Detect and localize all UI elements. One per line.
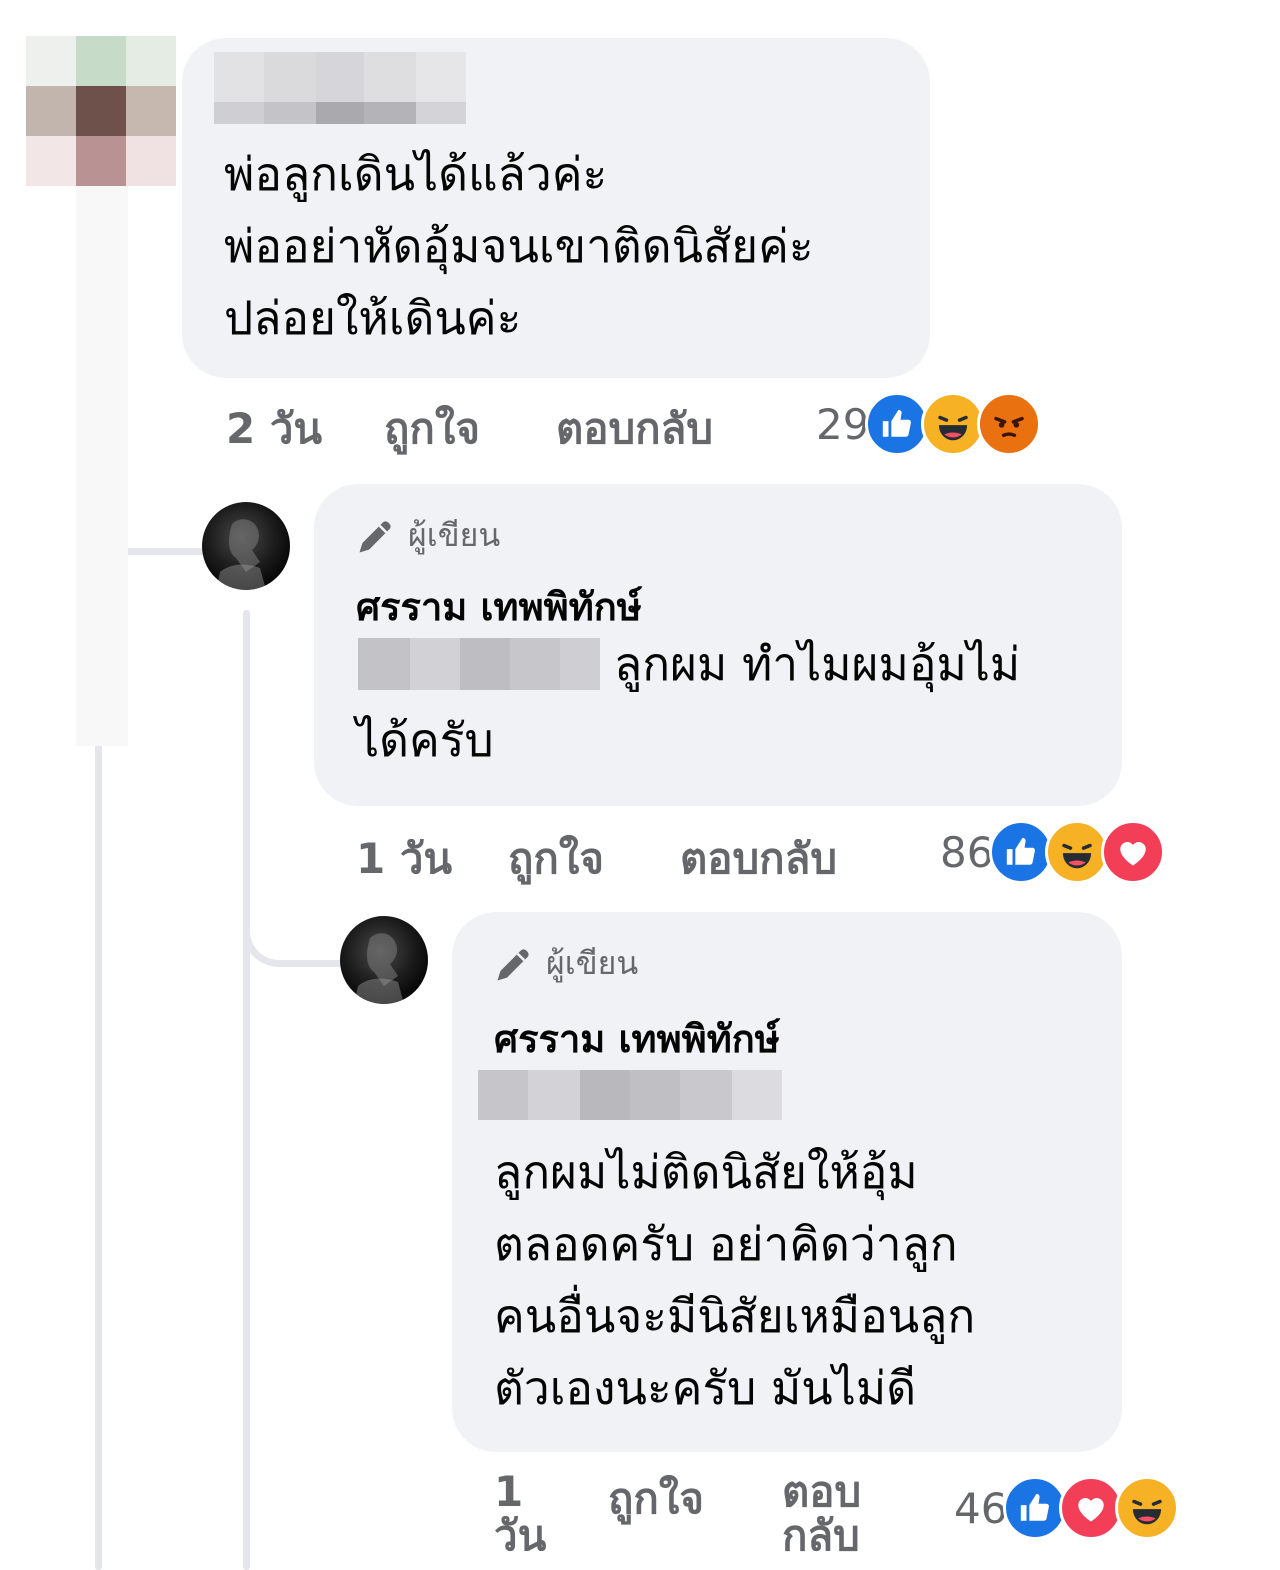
author-badge-label: ผู้เขียน: [408, 516, 501, 554]
reply-text-line2: ได้ครับ: [356, 713, 494, 767]
reaction-summary[interactable]: 86: [940, 820, 1166, 884]
thread-connector-reply2: [243, 900, 342, 967]
haha-reaction-icon: [921, 392, 986, 456]
like-reaction-icon: [989, 820, 1054, 884]
angry-reaction-icon: [977, 392, 1042, 456]
comment-bubble-1: พ่อลูกเดินได้แล้วค่ะ พ่ออย่าหัดอุ้มจนเขา…: [182, 38, 930, 378]
tagged-name-blurred[interactable]: [358, 638, 600, 690]
reply-button[interactable]: ตอบ กลับ: [782, 1470, 861, 1558]
reply-time[interactable]: 1 วัน: [356, 826, 452, 892]
haha-reaction-icon: [1115, 1476, 1180, 1540]
haha-reaction-icon: [1045, 820, 1110, 884]
avatar-blur-trail: [76, 186, 128, 746]
reaction-count: 29: [816, 399, 870, 449]
reaction-count: 46: [954, 1483, 1008, 1533]
author-name[interactable]: ศรราม เทพพิทักษ์: [494, 1008, 780, 1069]
commenter-avatar-blurred[interactable]: [26, 36, 176, 186]
pencil-icon: [359, 520, 391, 552]
reply-button[interactable]: ตอบกลับ: [556, 396, 713, 462]
thread-line-reply: [243, 610, 250, 1570]
reaction-count: 86: [940, 827, 994, 877]
author-name[interactable]: ศรราม เทพพิทักษ์: [356, 576, 642, 637]
tagged-name-blurred[interactable]: [478, 1070, 782, 1120]
author-avatar[interactable]: [340, 916, 428, 1004]
reply-time[interactable]: 1 วัน: [494, 1470, 546, 1558]
pencil-icon: [497, 948, 529, 980]
like-button[interactable]: ถูกใจ: [384, 396, 480, 462]
reply-bubble-2: ผู้เขียน ศรราม เทพพิทักษ์ ลูกผมไม่ติดนิส…: [452, 912, 1122, 1452]
comment-text: พ่อลูกเดินได้แล้วค่ะ พ่ออย่าหัดอุ้มจนเขา…: [224, 147, 814, 345]
like-button[interactable]: ถูกใจ: [608, 1466, 704, 1532]
reply-bubble-1: ผู้เขียน ศรราม เทพพิทักษ์ ลูกผม ทำไมผมอุ…: [314, 484, 1122, 806]
comment-time[interactable]: 2 วัน: [226, 396, 322, 462]
reply-button[interactable]: ตอบกลับ: [680, 826, 837, 892]
reaction-summary[interactable]: 46: [954, 1476, 1180, 1540]
author-badge-label: ผู้เขียน: [546, 944, 639, 982]
commenter-name-blurred[interactable]: [214, 52, 466, 102]
reaction-summary[interactable]: 29: [816, 392, 1042, 456]
author-avatar[interactable]: [202, 502, 290, 590]
author-badge: ผู้เขียน: [354, 510, 500, 561]
author-badge: ผู้เขียน: [492, 938, 638, 989]
reply-text-line1: ลูกผม ทำไมผมอุ้มไม่: [614, 637, 1021, 691]
like-reaction-icon: [865, 392, 930, 456]
like-reaction-icon: [1003, 1476, 1068, 1540]
reply-text: ลูกผมไม่ติดนิสัยให้อุ้ม ตลอดครับ อย่าคิด…: [494, 1145, 976, 1415]
love-reaction-icon: [1101, 820, 1166, 884]
love-reaction-icon: [1059, 1476, 1124, 1540]
like-button[interactable]: ถูกใจ: [508, 826, 604, 892]
commenter-name-blurred-2: [214, 102, 466, 124]
